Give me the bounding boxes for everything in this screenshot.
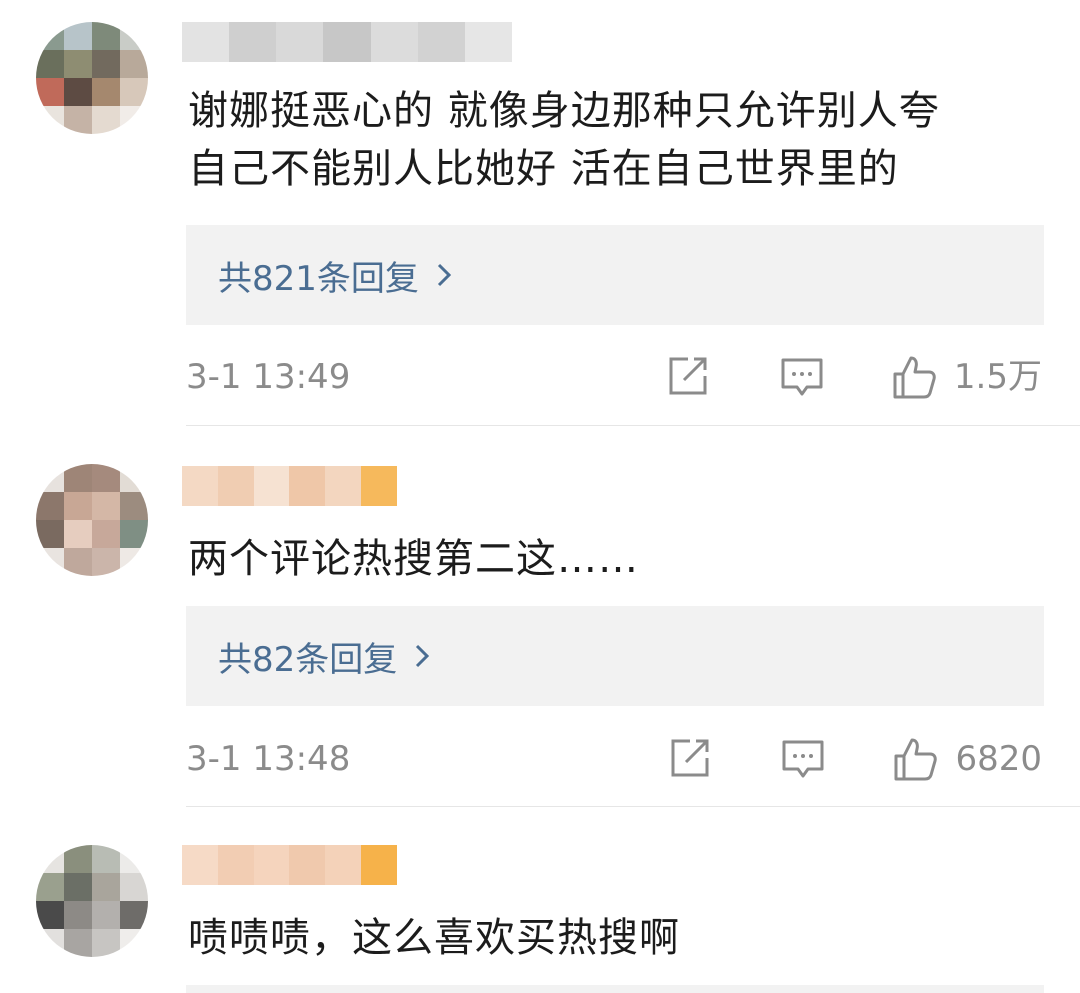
comment-item: 两个评论热搜第二这…… 共82条回复 3-1 13:48 6820 (0, 426, 1080, 807)
comment-text-line: 啧啧啧，这么喜欢买热搜啊 (188, 915, 680, 961)
comment-item: 啧啧啧，这么喜欢买热搜啊 (0, 807, 1080, 993)
comment-text: 两个评论热搜第二这…… (188, 530, 1048, 588)
comment-text: 啧啧啧，这么喜欢买热搜啊 (188, 909, 1048, 967)
view-replies-link[interactable]: 共821条回复 (218, 251, 451, 300)
replies-count-label: 共821条回复 (218, 258, 419, 299)
chevron-right-icon (416, 644, 430, 668)
comment-icon[interactable] (779, 354, 825, 400)
comment-item: 谢娜挺恶心的 就像身边那种只允许别人夸 自己不能别人比她好 活在自己世界里的 共… (0, 0, 1080, 426)
comment-meta: 3-1 13:49 1.5万 (186, 352, 1044, 402)
share-icon[interactable] (666, 736, 712, 782)
replies-panel[interactable]: 共82条回复 (186, 606, 1044, 706)
share-icon[interactable] (664, 354, 710, 400)
comment-meta: 3-1 13:48 6820 (186, 734, 1044, 784)
username-blurred[interactable] (182, 466, 397, 506)
comment-text-line: 自己不能别人比她好 活在自己世界里的 (188, 146, 899, 192)
comment-icon[interactable] (780, 736, 826, 782)
chevron-right-icon (437, 263, 451, 287)
username-blurred[interactable] (182, 845, 397, 885)
like-count: 1.5万 (953, 357, 1042, 397)
view-replies-link[interactable]: 共82条回复 (218, 632, 430, 681)
timestamp: 3-1 13:48 (186, 739, 351, 779)
avatar[interactable] (36, 845, 148, 957)
comment-text-line: 谢娜挺恶心的 就像身边那种只允许别人夸 (188, 88, 940, 134)
thumbs-up-icon[interactable] (892, 736, 938, 782)
thumbs-up-icon[interactable] (891, 354, 937, 400)
avatar[interactable] (36, 22, 148, 134)
username-blurred[interactable] (182, 22, 512, 62)
replies-count-label: 共82条回复 (218, 639, 398, 680)
comment-text: 谢娜挺恶心的 就像身边那种只允许别人夸 自己不能别人比她好 活在自己世界里的 (188, 82, 1048, 198)
like-count: 6820 (955, 739, 1042, 779)
comment-text-line: 两个评论热搜第二这…… (188, 536, 639, 582)
replies-panel[interactable]: 共821条回复 (186, 225, 1044, 325)
avatar[interactable] (36, 464, 148, 576)
timestamp: 3-1 13:49 (186, 357, 351, 397)
replies-panel[interactable] (186, 985, 1044, 993)
